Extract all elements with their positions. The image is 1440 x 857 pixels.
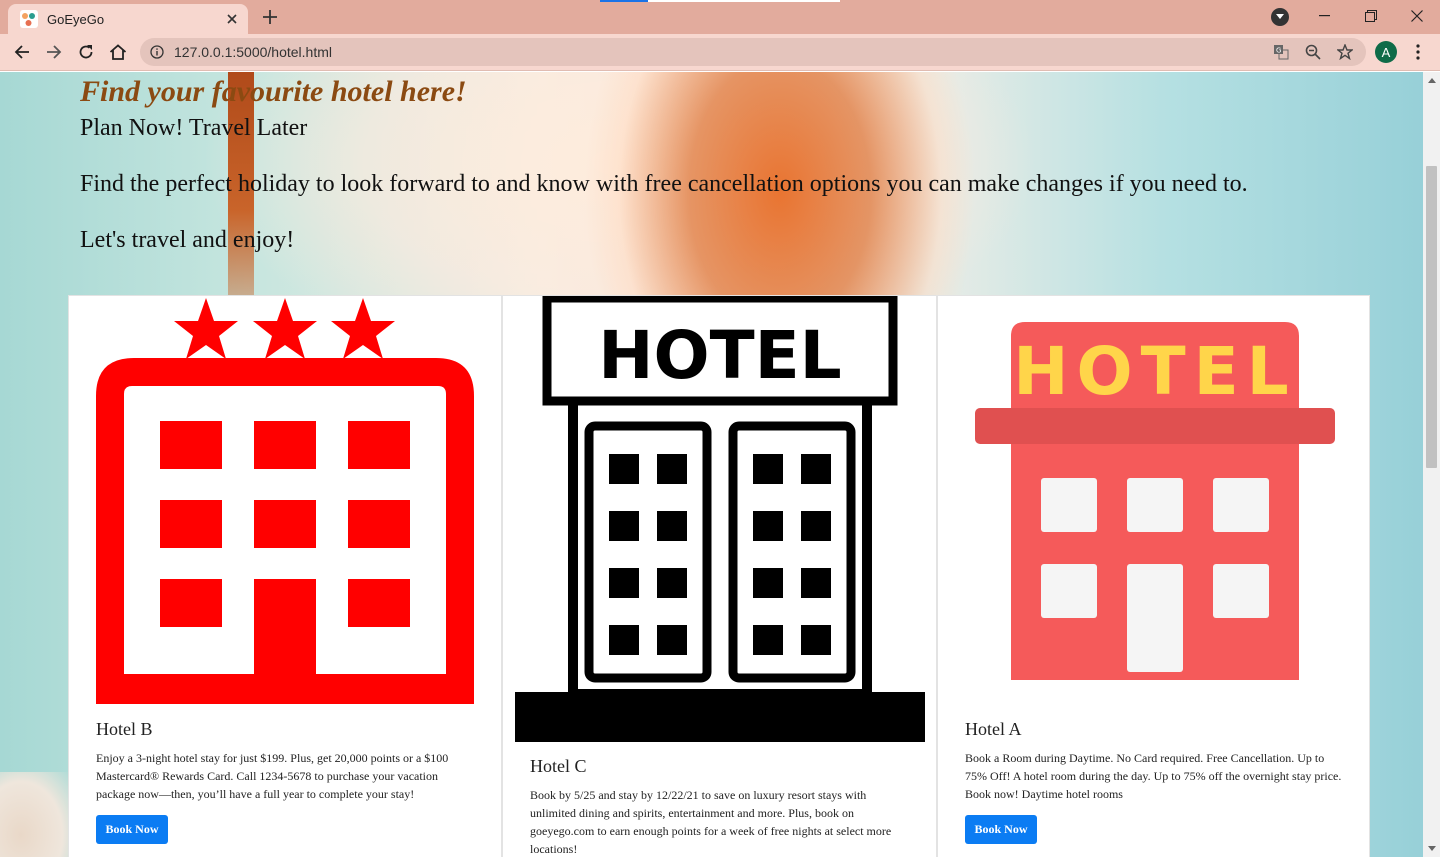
tab-search-icon[interactable] — [1271, 8, 1289, 26]
tab-close-icon[interactable] — [224, 11, 240, 27]
reload-icon[interactable] — [73, 39, 99, 65]
card-title: Hotel C — [530, 756, 587, 776]
book-now-button[interactable]: Book Now — [96, 815, 168, 844]
background-sand — [0, 772, 70, 857]
hero-subtitle: Plan Now! Travel Later — [80, 115, 308, 141]
hotel-card-c: HOTEL Hotel C Book by 5/25 and stay by 1… — [502, 295, 937, 857]
hotel-card-a: HOTEL Hotel A Book a Room during Daytime… — [937, 295, 1370, 857]
tab-strip-accent-light — [648, 0, 840, 2]
browser-tab[interactable]: GoEyeGo — [8, 4, 248, 34]
restore-icon[interactable] — [1348, 0, 1394, 32]
minimize-icon[interactable] — [1302, 0, 1348, 32]
book-now-button[interactable]: Book Now — [965, 815, 1037, 844]
three-star-hotel-icon — [96, 298, 474, 704]
browser-tab-strip: GoEyeGo — [0, 0, 1440, 34]
hotel-building-icon: HOTEL — [515, 296, 925, 742]
browser-toolbar: 127.0.0.1:5000/hotel.html G A — [0, 34, 1440, 71]
bookmark-star-icon[interactable] — [1336, 43, 1354, 61]
hotel-flat-icon: HOTEL — [975, 322, 1335, 680]
card-description: Book by 5/25 and stay by 12/22/21 to sav… — [530, 788, 892, 856]
home-icon[interactable] — [105, 39, 131, 65]
address-bar[interactable]: 127.0.0.1:5000/hotel.html G — [140, 38, 1366, 66]
kebab-menu-icon[interactable] — [1408, 41, 1428, 63]
translate-icon[interactable]: G — [1272, 43, 1290, 61]
profile-avatar[interactable]: A — [1375, 41, 1397, 63]
scroll-down-icon[interactable] — [1423, 840, 1440, 857]
card-description: Book a Room during Daytime. No Card requ… — [965, 751, 1342, 801]
forward-icon[interactable] — [41, 39, 67, 65]
hotel-card-b: Hotel B Enjoy a 3-night hotel stay for j… — [68, 295, 502, 857]
hotel-sign-text: HOTEL — [1013, 333, 1297, 410]
url-text: 127.0.0.1:5000/hotel.html — [174, 44, 333, 60]
scroll-up-icon[interactable] — [1423, 72, 1440, 89]
tab-title: GoEyeGo — [47, 11, 105, 27]
close-window-icon[interactable] — [1394, 0, 1440, 32]
svg-text:G: G — [1276, 47, 1281, 55]
site-info-icon[interactable] — [150, 45, 164, 59]
card-title: Hotel B — [96, 719, 153, 739]
scrollbar-thumb[interactable] — [1426, 166, 1437, 468]
zoom-icon[interactable] — [1304, 43, 1322, 61]
hero-tagline: Let's travel and enjoy! — [80, 227, 295, 253]
card-title: Hotel A — [965, 719, 1022, 739]
hero-paragraph: Find the perfect holiday to look forward… — [80, 171, 1248, 197]
hero-title: Find your favourite hotel here! — [80, 75, 467, 108]
favicon-icon — [19, 9, 39, 29]
back-icon[interactable] — [9, 39, 35, 65]
page-scrollbar[interactable] — [1423, 72, 1440, 857]
tab-strip-accent — [600, 0, 648, 2]
card-description: Enjoy a 3-night hotel stay for just $199… — [96, 751, 449, 801]
hotel-sign-text: HOTEL — [598, 317, 842, 394]
new-tab-icon[interactable] — [258, 6, 282, 28]
page-viewport: Find your favourite hotel here! Plan Now… — [0, 72, 1423, 857]
